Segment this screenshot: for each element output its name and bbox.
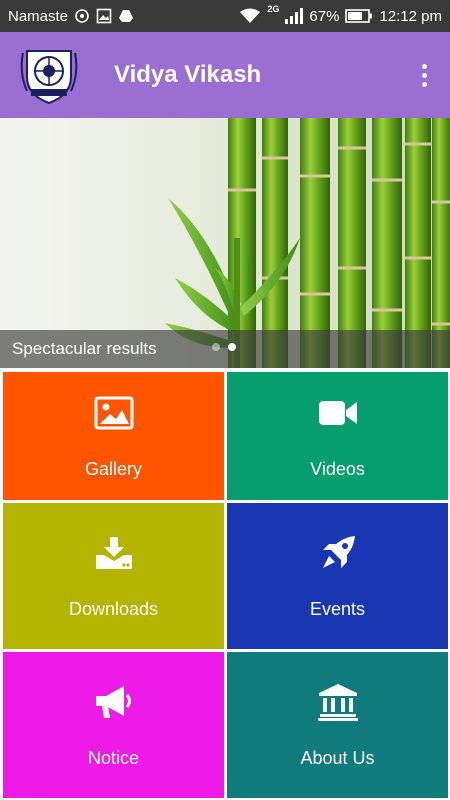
institution-icon	[316, 682, 360, 722]
hotspot-icon	[74, 8, 90, 24]
network-type-label: 2G	[267, 4, 280, 14]
downloads-label: Downloads	[68, 598, 159, 619]
more-vert-icon	[421, 63, 427, 69]
about-us-tile[interactable]: About Us	[227, 652, 448, 798]
notice-tile[interactable]: Notice	[3, 652, 224, 798]
gallery-tile[interactable]: Gallery	[3, 372, 224, 500]
events-label: Events	[309, 598, 366, 619]
battery-percent: 67%	[309, 7, 340, 25]
notice-label: Notice	[87, 747, 140, 768]
battery-icon	[345, 8, 373, 24]
signal-icon	[285, 8, 304, 24]
banner-caption-bar: Spectacular results	[0, 330, 450, 368]
more-vert-icon-dot	[421, 72, 427, 78]
drive-icon	[118, 8, 134, 24]
menu-grid: Gallery Videos Downloads Events Notice A…	[0, 370, 450, 800]
events-tile[interactable]: Events	[227, 503, 448, 649]
gallery-label: Gallery	[84, 458, 142, 479]
banner-slider[interactable]: Spectacular results	[0, 118, 450, 368]
slide-indicator	[212, 343, 236, 351]
downloads-tile[interactable]: Downloads	[3, 503, 224, 649]
image-icon	[92, 393, 136, 433]
app-title: Vidya Vikash	[114, 61, 262, 88]
about-us-label: About Us	[300, 747, 375, 768]
carrier-label: Namaste	[8, 7, 69, 25]
download-icon	[92, 533, 136, 573]
videos-tile[interactable]: Videos	[227, 372, 448, 500]
video-camera-icon	[316, 393, 360, 433]
banner-caption: Spectacular results	[12, 339, 157, 358]
image-notification-icon	[96, 8, 112, 24]
app-bar: Vidya Vikash	[0, 32, 450, 118]
videos-label: Videos	[310, 458, 365, 479]
rocket-icon	[316, 533, 360, 573]
status-bar: Namaste 2G 67% 12:12 pm	[0, 0, 450, 32]
clock: 12:12 pm	[379, 7, 442, 25]
more-vert-icon-dot	[421, 81, 427, 87]
slide-dot[interactable]	[212, 343, 220, 351]
megaphone-icon	[92, 682, 136, 722]
slide-dot-active[interactable]	[228, 343, 236, 351]
school-logo	[14, 40, 84, 110]
wifi-icon	[239, 8, 261, 24]
overflow-menu-button[interactable]	[412, 55, 436, 95]
